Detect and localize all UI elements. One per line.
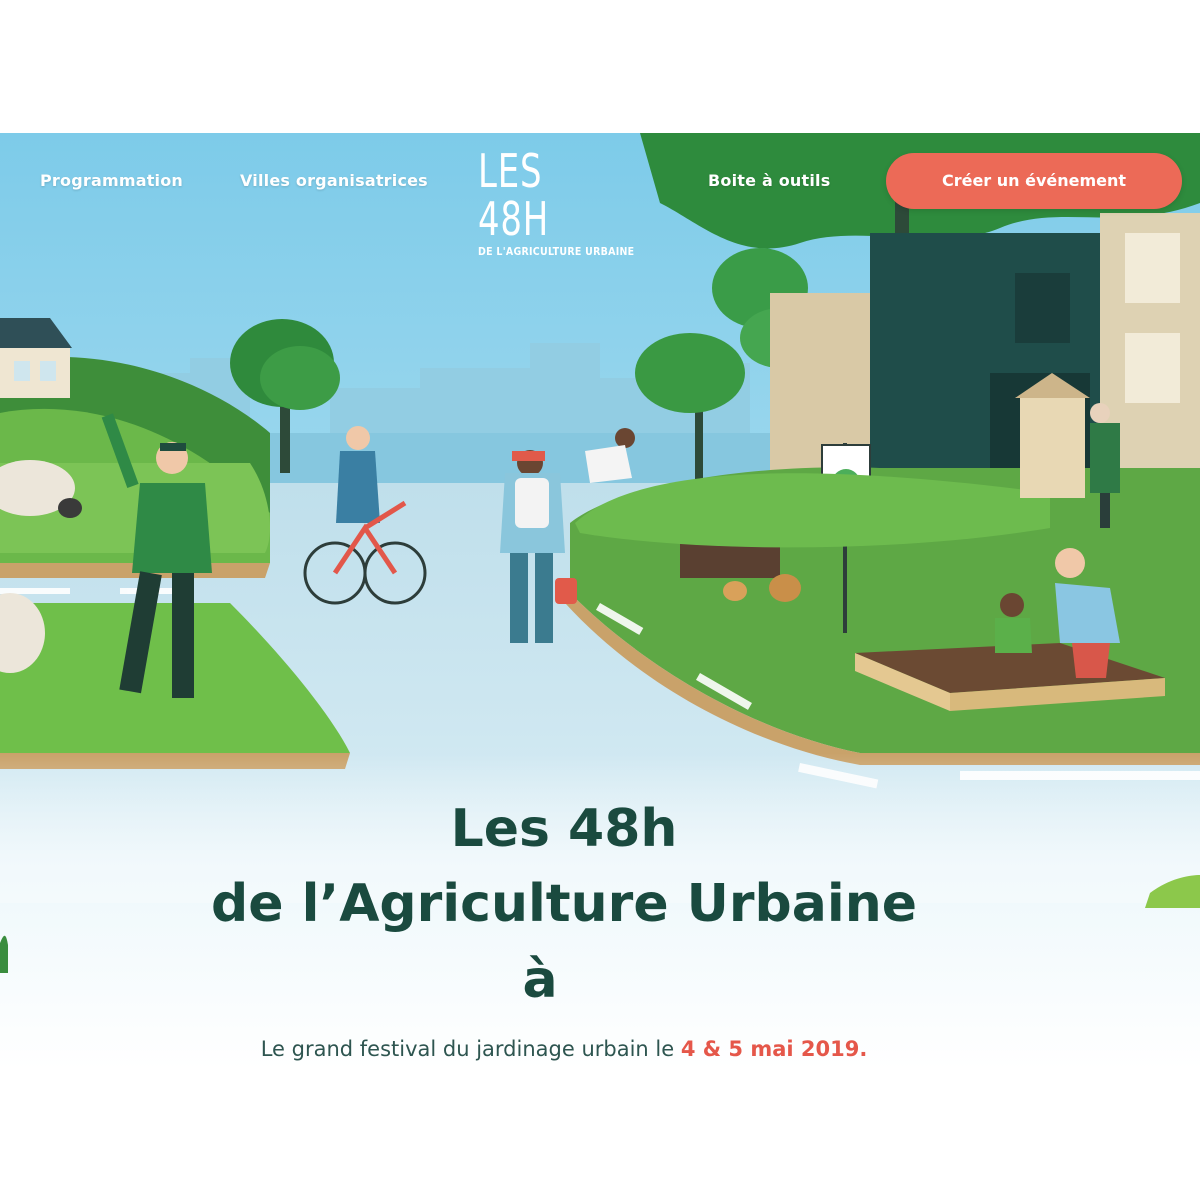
- logo-subtitle: DE L'AGRICULTURE URBAINE: [478, 246, 635, 258]
- nav-link-boite-a-outils[interactable]: Boite à outils: [708, 171, 830, 195]
- nav-link-villes-organisatrices[interactable]: Villes organisatrices: [240, 171, 428, 195]
- logo-main-text: LES 48H: [478, 144, 550, 246]
- hero-subtitle-text: Le grand festival du jardinage urbain le: [260, 1037, 681, 1061]
- site-logo[interactable]: LES 48H DE L'AGRICULTURE URBAINE: [478, 147, 654, 258]
- hero-title-line-3: à: [522, 950, 558, 1010]
- hero-title-line-2: de l’Agriculture Urbaine: [211, 874, 917, 934]
- hero-section: Programmation Villes organisatrices LES …: [0, 133, 1200, 1070]
- hero-title-line-1: Les 48h: [450, 799, 678, 859]
- create-event-button[interactable]: Créer un événement: [886, 153, 1182, 209]
- nav-link-programmation[interactable]: Programmation: [40, 171, 183, 195]
- event-date: 4 & 5 mai 2019.: [680, 1037, 868, 1061]
- hero-subtitle: Le grand festival du jardinage urbain le…: [0, 1036, 1128, 1062]
